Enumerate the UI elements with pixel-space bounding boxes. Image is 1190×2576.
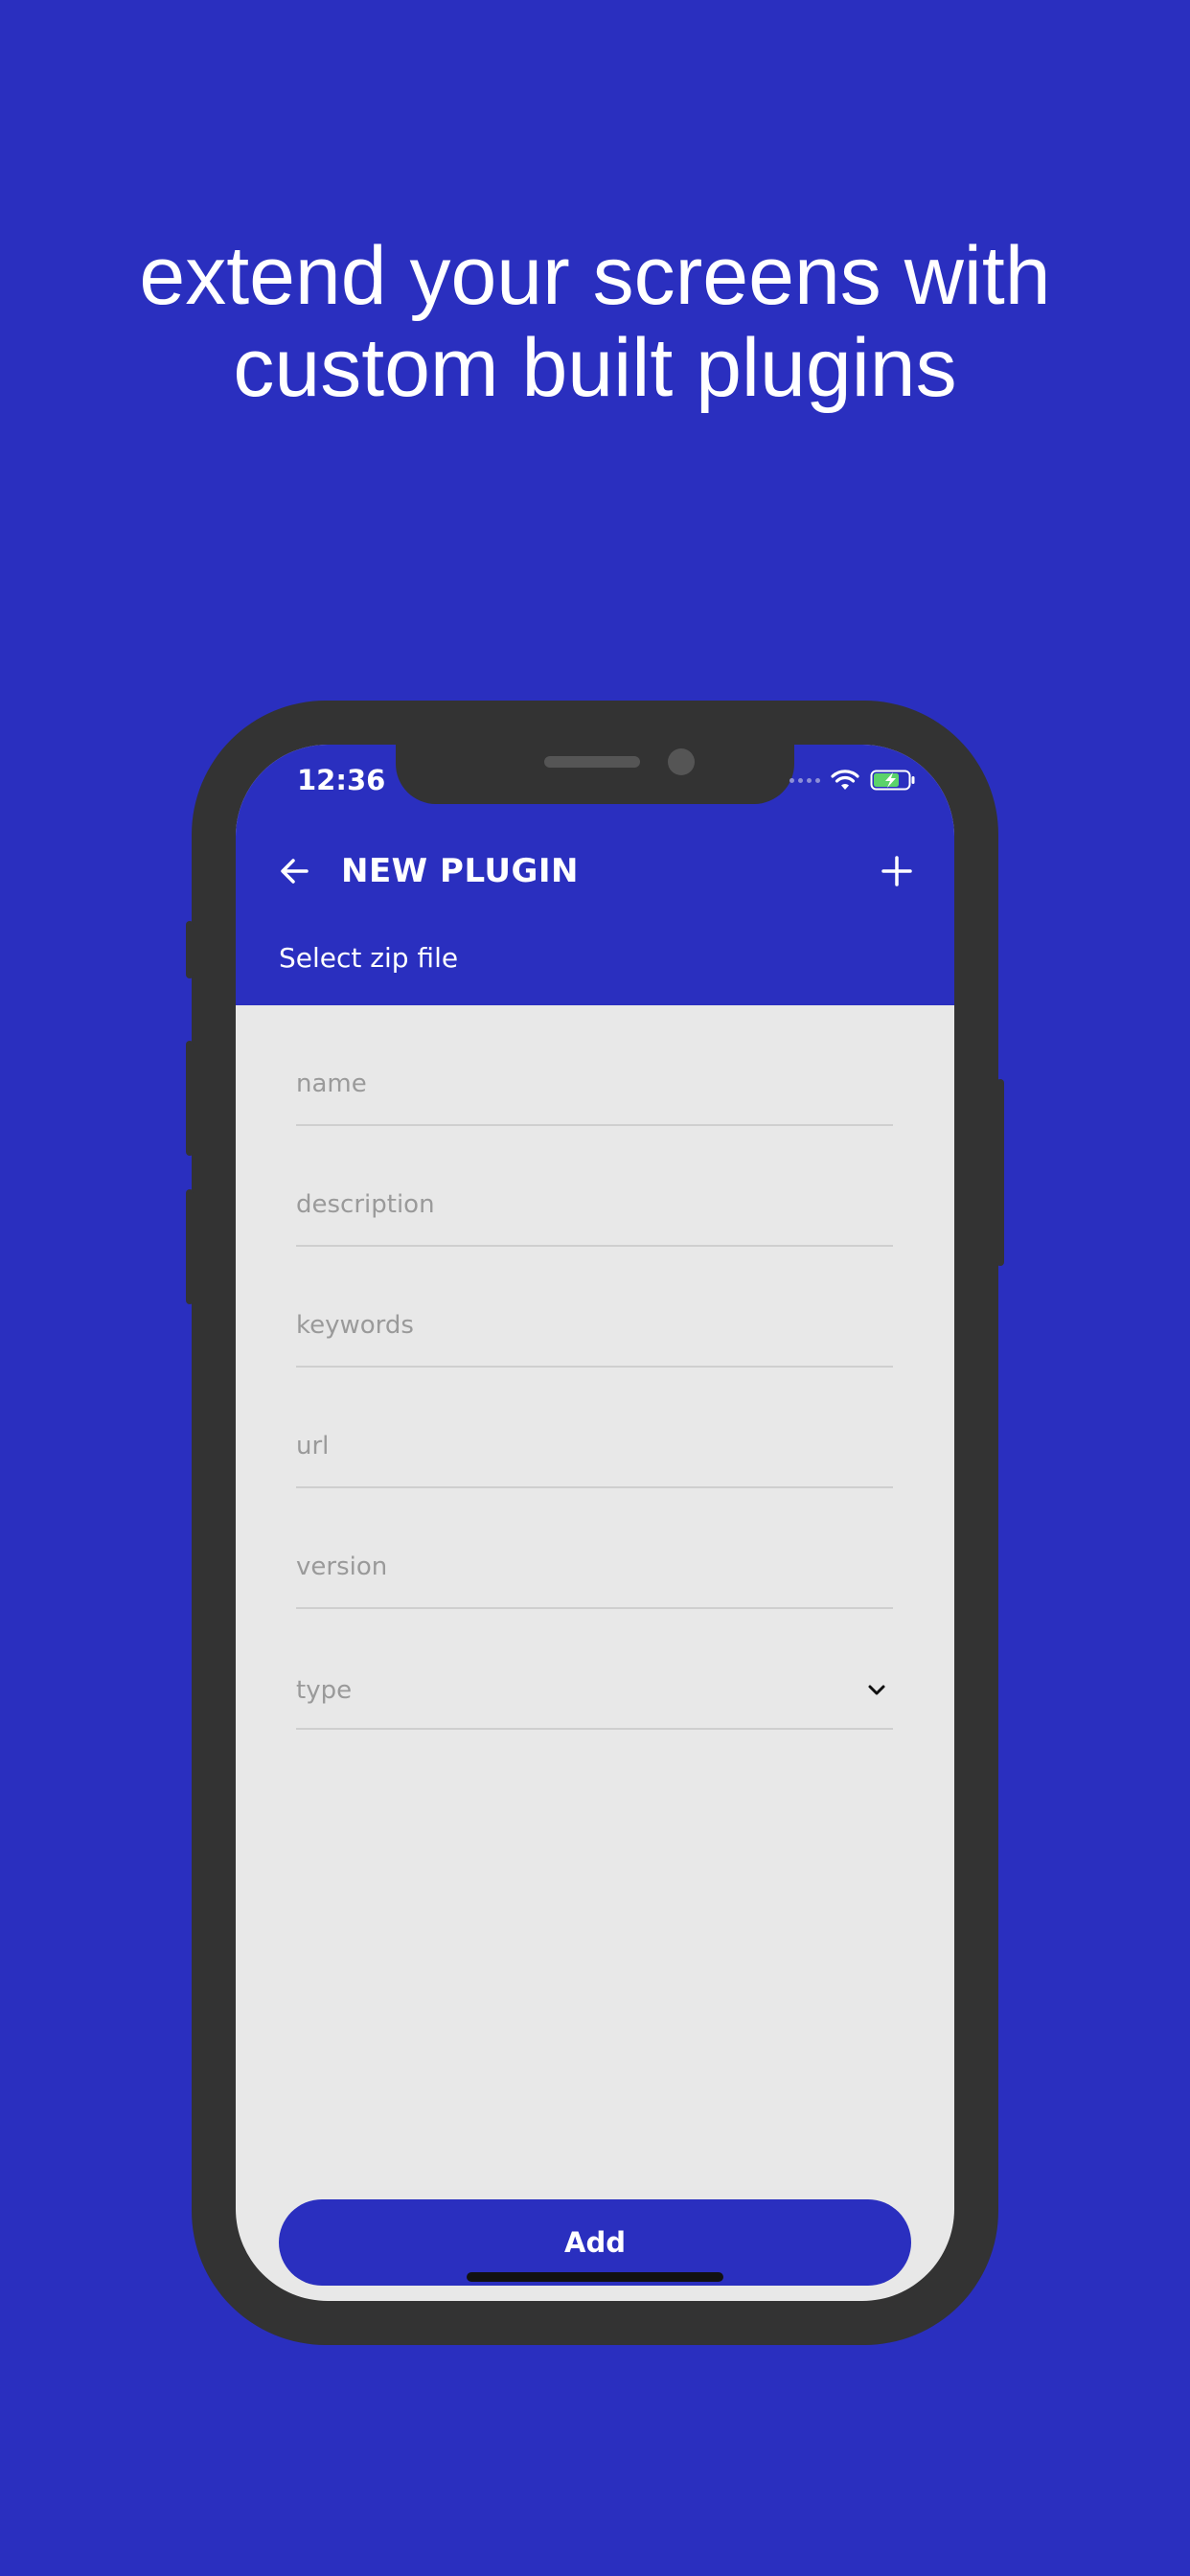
plus-icon[interactable] bbox=[876, 850, 918, 892]
url-field-wrapper bbox=[296, 1368, 893, 1488]
plugin-form: type bbox=[296, 1005, 893, 1730]
phone-frame: 12:36 NEW PLUGIN Select zip file name de… bbox=[186, 701, 1004, 2345]
home-indicator bbox=[467, 2272, 723, 2282]
arrow-left-icon[interactable] bbox=[274, 850, 316, 892]
keywords-input[interactable] bbox=[296, 1297, 893, 1354]
version-field-wrapper bbox=[296, 1488, 893, 1609]
description-field-wrapper bbox=[296, 1126, 893, 1247]
version-input[interactable] bbox=[296, 1538, 893, 1596]
battery-charging-icon bbox=[870, 770, 915, 791]
page-title: NEW PLUGIN bbox=[341, 852, 580, 890]
chevron-down-icon bbox=[868, 1685, 885, 1695]
type-underline bbox=[296, 1728, 893, 1730]
status-time: 12:36 bbox=[297, 764, 386, 796]
app-bar: 12:36 NEW PLUGIN Select zip file bbox=[236, 745, 954, 1005]
phone-volume-down bbox=[186, 1189, 194, 1304]
promo-headline-line2: custom built plugins bbox=[233, 322, 957, 414]
type-select[interactable]: type bbox=[296, 1609, 893, 1730]
phone-mute-switch bbox=[186, 921, 194, 978]
signal-dots-icon bbox=[790, 777, 820, 783]
speaker-grille bbox=[544, 756, 640, 768]
promo-headline: extend your screens with custom built pl… bbox=[0, 230, 1190, 414]
phone-screen: 12:36 NEW PLUGIN Select zip file name de… bbox=[236, 745, 954, 2301]
phone-notch bbox=[396, 745, 794, 804]
status-icons bbox=[790, 766, 916, 794]
type-select-value: type bbox=[296, 1676, 353, 1705]
description-input[interactable] bbox=[296, 1176, 893, 1233]
name-input[interactable] bbox=[296, 1055, 893, 1113]
name-field-wrapper bbox=[296, 1005, 893, 1126]
front-camera bbox=[668, 748, 695, 775]
select-zip-file-link[interactable]: Select zip file bbox=[279, 942, 458, 974]
phone-volume-up bbox=[186, 1041, 194, 1156]
title-row: NEW PLUGIN bbox=[236, 840, 954, 902]
promo-headline-line1: extend your screens with bbox=[139, 230, 1051, 322]
phone-power-button bbox=[996, 1079, 1004, 1266]
wifi-icon bbox=[831, 770, 859, 790]
url-input[interactable] bbox=[296, 1417, 893, 1475]
keywords-field-wrapper bbox=[296, 1247, 893, 1368]
